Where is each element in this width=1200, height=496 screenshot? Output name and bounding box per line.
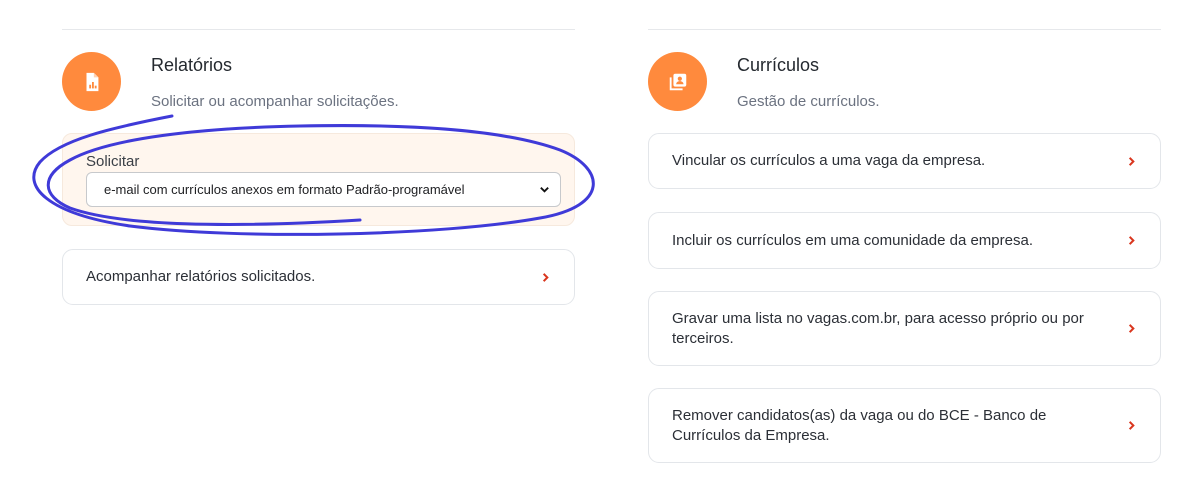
report-format-select[interactable]: e-mail com currículos anexos em formato … <box>86 172 561 207</box>
add-resumes-to-community-card[interactable]: Incluir os currículos em uma comunidade … <box>648 212 1161 269</box>
reports-subtitle: Solicitar ou acompanhar solicitações. <box>151 93 399 110</box>
resumes-subtitle: Gestão de currículos. <box>737 93 880 110</box>
chevron-right-icon <box>1124 419 1138 433</box>
request-label: Solicitar <box>86 153 140 170</box>
chevron-right-icon <box>538 270 552 284</box>
remove-candidates-card[interactable]: Remover candidatos(as) da vaga ou do BCE… <box>648 388 1161 463</box>
reports-section: Relatórios Solicitar ou acompanhar solic… <box>62 0 575 320</box>
link-resumes-to-job-card[interactable]: Vincular os currículos a uma vaga da emp… <box>648 133 1161 189</box>
action-label: Incluir os currículos em uma comunidade … <box>672 231 1033 249</box>
chevron-down-icon <box>538 184 550 196</box>
save-list-card[interactable]: Gravar uma lista no vagas.com.br, para a… <box>648 291 1161 366</box>
report-document-icon <box>62 52 121 111</box>
follow-reports-label: Acompanhar relatórios solicitados. <box>86 268 316 285</box>
resumes-section: Currículos Gestão de currículos. Vincula… <box>648 0 1161 470</box>
action-label: Gravar uma lista no vagas.com.br, para a… <box>672 309 1084 347</box>
report-format-selected: e-mail com currículos anexos em formato … <box>104 182 465 197</box>
resume-portfolio-icon <box>648 52 707 111</box>
action-label: Remover candidatos(as) da vaga ou do BCE… <box>672 406 1047 444</box>
chevron-right-icon <box>1124 154 1138 168</box>
follow-reports-card[interactable]: Acompanhar relatórios solicitados. <box>62 249 575 305</box>
request-report-panel: Solicitar e-mail com currículos anexos e… <box>62 133 575 226</box>
chevron-right-icon <box>1124 322 1138 336</box>
section-divider <box>648 29 1161 30</box>
action-label: Vincular os currículos a uma vaga da emp… <box>672 152 986 169</box>
section-divider <box>62 29 575 30</box>
reports-title: Relatórios <box>151 55 233 75</box>
resumes-title: Currículos <box>737 55 820 75</box>
chevron-right-icon <box>1124 234 1138 248</box>
